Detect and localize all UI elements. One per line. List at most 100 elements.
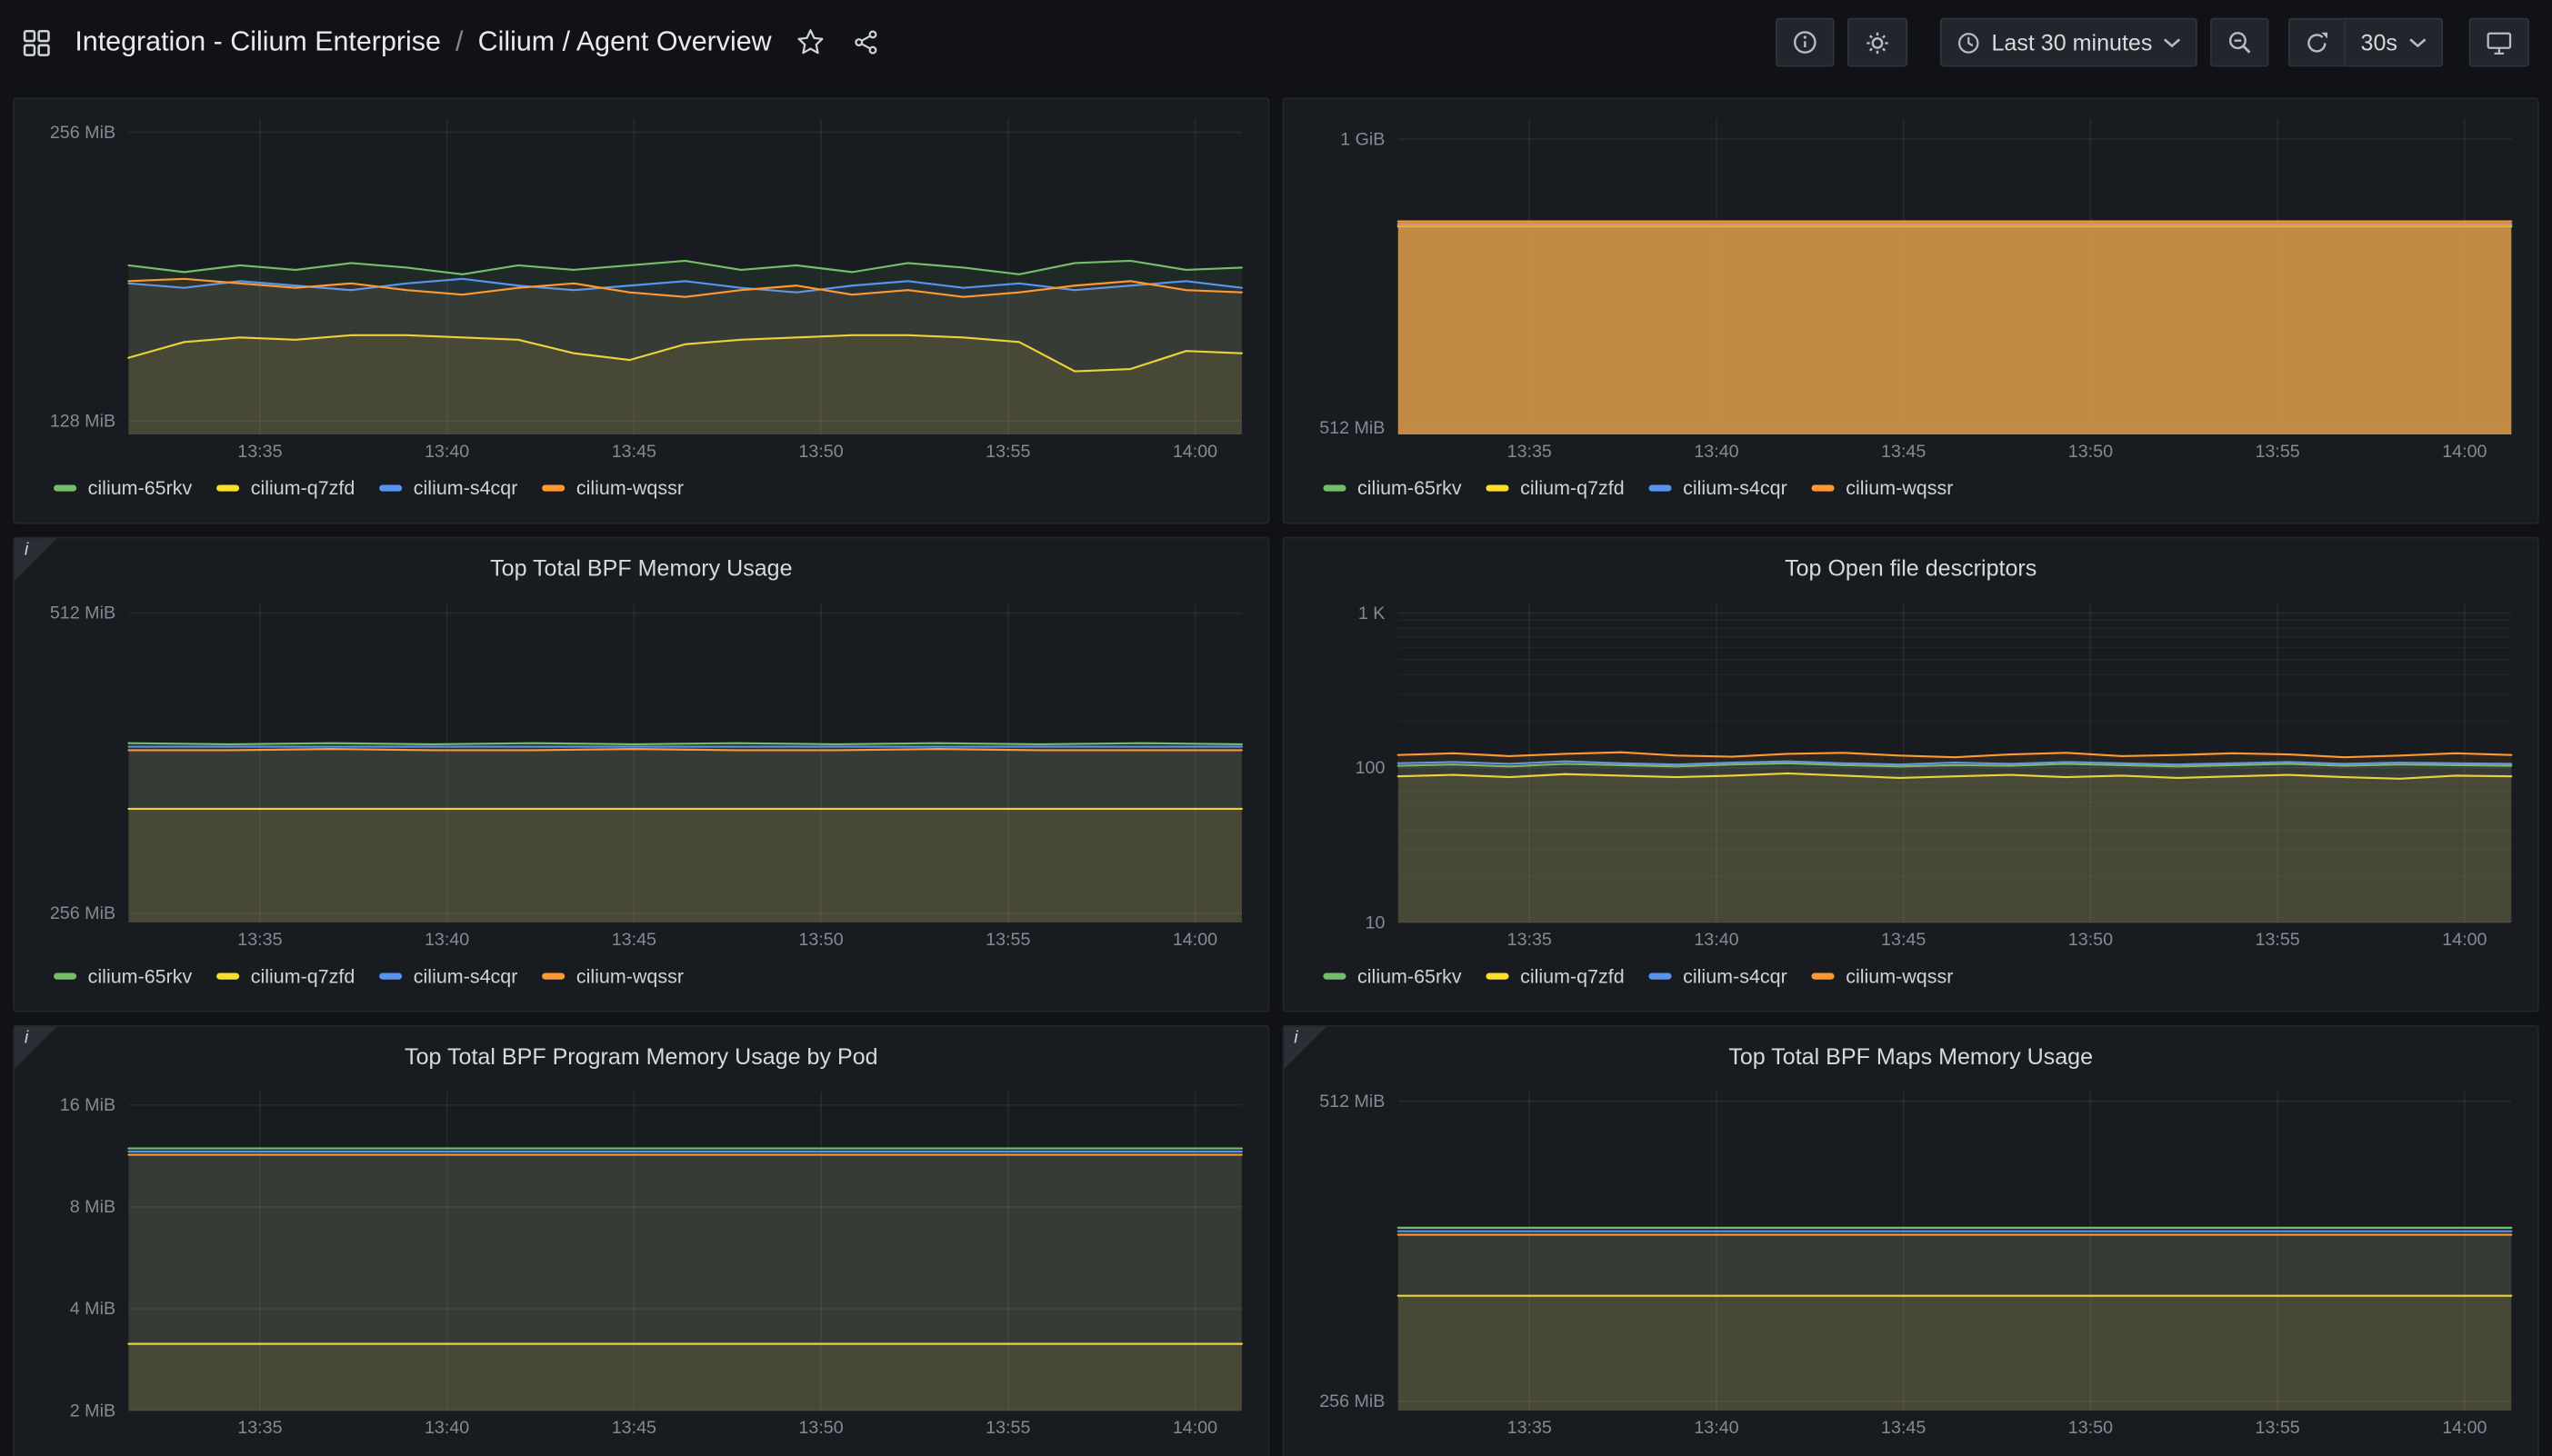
- refresh-button[interactable]: [2289, 18, 2345, 67]
- legend-series-name: cilium-s4cqr: [414, 1453, 518, 1456]
- panel-title[interactable]: Top Total BPF Memory Usage: [27, 550, 1255, 585]
- time-series-chart[interactable]: 1 K1001013:3513:4013:4513:5013:5514:00: [1297, 593, 2525, 954]
- dashboard-info-button[interactable]: [1775, 18, 1833, 67]
- legend-series-swatch: [1649, 484, 1672, 491]
- tv-mode-button[interactable]: [2469, 18, 2529, 67]
- legend-series-name: cilium-s4cqr: [1683, 477, 1787, 500]
- legend-series-swatch: [1812, 973, 1835, 980]
- legend-item-cilium-65rkv[interactable]: cilium-65rkv: [54, 477, 192, 500]
- tv-monitor-icon: [2486, 28, 2513, 55]
- x-axis-tick-label: 13:40: [425, 930, 469, 950]
- x-axis-tick-label: 13:45: [612, 1418, 656, 1438]
- x-axis-tick-label: 13:50: [2068, 930, 2113, 950]
- legend-series-name: cilium-wqssr: [576, 965, 684, 988]
- x-axis-tick-label: 13:40: [1694, 930, 1738, 950]
- legend-item-cilium-wqssr[interactable]: cilium-wqssr: [1812, 477, 1954, 500]
- refresh-interval-picker[interactable]: 30s: [2345, 18, 2443, 67]
- legend-series-swatch: [1486, 484, 1508, 491]
- legend-item-cilium-65rkv[interactable]: cilium-65rkv: [54, 1453, 192, 1456]
- breadcrumb-current[interactable]: Cilium / Agent Overview: [478, 26, 772, 59]
- legend-item-cilium-wqssr[interactable]: cilium-wqssr: [1812, 965, 1954, 988]
- time-series-chart[interactable]: 16 MiB8 MiB4 MiB2 MiB13:3513:4013:4513:5…: [27, 1082, 1255, 1442]
- panel-top-open-file-descriptors: Top Open file descriptors 1 K1001013:351…: [1283, 537, 2539, 1012]
- panel-memory-usage-top-left: 256 MiB128 MiB13:3513:4013:4513:5013:551…: [13, 97, 1269, 524]
- panel-info-corner-icon[interactable]: i: [15, 539, 57, 582]
- legend-series-name: cilium-65rkv: [1357, 477, 1462, 500]
- dashboard-settings-button[interactable]: [1846, 18, 1906, 67]
- time-series-chart[interactable]: 1 GiB512 MiB13:3513:4013:4513:5013:5514:…: [1297, 109, 2525, 467]
- x-axis-tick-label: 13:40: [425, 1418, 469, 1438]
- breadcrumb-root[interactable]: Integration - Cilium Enterprise: [75, 26, 441, 59]
- legend-series-name: cilium-65rkv: [1357, 1453, 1462, 1456]
- y-axis-tick-label: 10: [1366, 912, 1386, 932]
- legend-item-cilium-s4cqr[interactable]: cilium-s4cqr: [379, 965, 517, 988]
- x-axis-tick-label: 13:50: [2068, 1418, 2113, 1438]
- time-series-chart[interactable]: 256 MiB128 MiB13:3513:4013:4513:5013:551…: [27, 109, 1255, 467]
- dashboard-header: Integration - Cilium Enterprise / Cilium…: [0, 0, 2552, 85]
- x-axis-tick-label: 14:00: [2442, 1418, 2487, 1438]
- panel-title[interactable]: Top Total BPF Program Memory Usage by Po…: [27, 1038, 1255, 1073]
- legend-item-cilium-wqssr[interactable]: cilium-wqssr: [542, 1453, 684, 1456]
- legend-item-cilium-s4cqr[interactable]: cilium-s4cqr: [379, 1453, 517, 1456]
- legend-item-cilium-65rkv[interactable]: cilium-65rkv: [54, 965, 192, 988]
- star-icon[interactable]: [796, 27, 826, 56]
- x-axis-tick-label: 14:00: [1173, 442, 1217, 462]
- legend-series-swatch: [1812, 484, 1835, 491]
- legend-item-cilium-q7zfd[interactable]: cilium-q7zfd: [1486, 1453, 1624, 1456]
- legend-item-cilium-wqssr[interactable]: cilium-wqssr: [1812, 1453, 1954, 1456]
- time-series-chart[interactable]: 512 MiB256 MiB13:3513:4013:4513:5013:551…: [27, 593, 1255, 954]
- x-axis-tick-label: 13:45: [1881, 1418, 1926, 1438]
- y-axis-tick-label: 2 MiB: [70, 1401, 115, 1421]
- x-axis-tick-label: 13:35: [1507, 442, 1552, 462]
- y-axis-tick-label: 512 MiB: [1319, 1092, 1385, 1112]
- x-axis-tick-label: 13:45: [612, 442, 656, 462]
- legend-series-name: cilium-65rkv: [1357, 965, 1462, 988]
- legend-item-cilium-s4cqr[interactable]: cilium-s4cqr: [1649, 965, 1787, 988]
- zoom-out-button[interactable]: [2211, 18, 2269, 67]
- share-icon[interactable]: [853, 29, 879, 55]
- legend-item-cilium-s4cqr[interactable]: cilium-s4cqr: [1649, 477, 1787, 500]
- y-axis-tick-label: 100: [1356, 758, 1386, 778]
- chart-legend: cilium-65rkv cilium-q7zfd cilium-s4cqr cili…: [1297, 1443, 2525, 1456]
- series-area-cilium-wqssr: [1398, 753, 2511, 922]
- y-axis-tick-label: 1 K: [1358, 603, 1386, 623]
- x-axis-tick-label: 13:50: [798, 1418, 843, 1438]
- panel-info-corner-icon[interactable]: i: [15, 1027, 57, 1070]
- chart-legend: cilium-65rkv cilium-q7zfd cilium-s4cqr cili…: [27, 955, 1255, 998]
- legend-series-swatch: [542, 484, 565, 491]
- legend-item-cilium-s4cqr[interactable]: cilium-s4cqr: [1649, 1453, 1787, 1456]
- legend-series-swatch: [1486, 973, 1508, 980]
- x-axis-tick-label: 13:40: [1694, 442, 1738, 462]
- legend-item-cilium-s4cqr[interactable]: cilium-s4cqr: [379, 477, 517, 500]
- legend-item-cilium-q7zfd[interactable]: cilium-q7zfd: [216, 477, 355, 500]
- legend-series-swatch: [216, 484, 239, 491]
- time-range-picker[interactable]: Last 30 minutes: [1939, 18, 2197, 67]
- panel-title[interactable]: Top Open file descriptors: [1297, 550, 2525, 585]
- legend-item-cilium-65rkv[interactable]: cilium-65rkv: [1323, 477, 1461, 500]
- legend-item-cilium-q7zfd[interactable]: cilium-q7zfd: [216, 965, 355, 988]
- x-axis-tick-label: 14:00: [2442, 442, 2487, 462]
- legend-series-name: cilium-wqssr: [1846, 477, 1953, 500]
- legend-item-cilium-q7zfd[interactable]: cilium-q7zfd: [216, 1453, 355, 1456]
- legend-item-cilium-wqssr[interactable]: cilium-wqssr: [542, 965, 684, 988]
- panel-title[interactable]: Top Total BPF Maps Memory Usage: [1297, 1038, 2525, 1073]
- chart-legend: cilium-65rkv cilium-q7zfd cilium-s4cqr cili…: [27, 467, 1255, 510]
- legend-series-name: cilium-wqssr: [1846, 965, 1953, 988]
- legend-item-cilium-65rkv[interactable]: cilium-65rkv: [1323, 1453, 1461, 1456]
- legend-series-name: cilium-65rkv: [88, 477, 193, 500]
- dashboards-grid-icon[interactable]: [23, 28, 50, 55]
- refresh-icon: [2306, 30, 2330, 55]
- legend-item-cilium-q7zfd[interactable]: cilium-q7zfd: [1486, 477, 1624, 500]
- dashboard-panels-grid: 256 MiB128 MiB13:3513:4013:4513:5013:551…: [0, 85, 2552, 1456]
- time-series-chart[interactable]: 512 MiB256 MiB13:3513:4013:4513:5013:551…: [1297, 1082, 2525, 1442]
- legend-series-swatch: [216, 973, 239, 980]
- legend-item-cilium-q7zfd[interactable]: cilium-q7zfd: [1486, 965, 1624, 988]
- legend-series-swatch: [54, 973, 76, 980]
- panel-info-corner-icon[interactable]: i: [1284, 1027, 1326, 1070]
- legend-item-cilium-wqssr[interactable]: cilium-wqssr: [542, 477, 684, 500]
- legend-series-name: cilium-wqssr: [576, 477, 684, 500]
- settings-gear-icon: [1863, 28, 1890, 55]
- legend-item-cilium-65rkv[interactable]: cilium-65rkv: [1323, 965, 1461, 988]
- chevron-down-icon: [2408, 36, 2427, 48]
- series-area-cilium-wqssr: [128, 279, 1241, 434]
